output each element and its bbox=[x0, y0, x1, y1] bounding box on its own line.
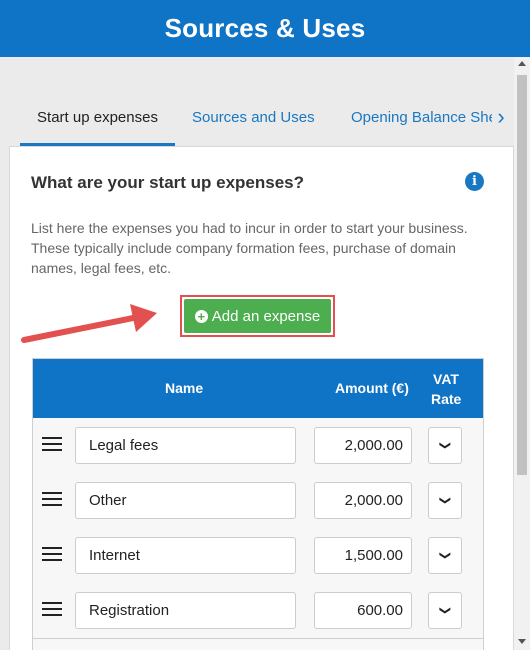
add-expense-highlight: + Add an expense bbox=[180, 295, 335, 337]
tab-bar: Start up expenses Sources and Uses Openi… bbox=[20, 100, 514, 146]
table-row: Internet 1,500.00 ❯ bbox=[33, 528, 483, 583]
expense-amount-input[interactable]: 2,000.00 bbox=[314, 482, 412, 519]
table-header: Name Amount (€) VAT Rate bbox=[33, 359, 483, 418]
drag-handle-icon[interactable] bbox=[42, 437, 62, 452]
column-header-vat-line2: Rate bbox=[431, 391, 462, 407]
table-divider bbox=[33, 638, 483, 639]
card-title: What are your start up expenses? bbox=[31, 173, 305, 192]
vertical-scrollbar[interactable] bbox=[514, 57, 530, 650]
expense-name-input[interactable]: Legal fees bbox=[75, 427, 296, 464]
expenses-table: Name Amount (€) VAT Rate Legal fees 2,00… bbox=[32, 358, 484, 650]
table-row: Registration 600.00 ❯ bbox=[33, 583, 483, 638]
expenses-card: What are your start up expenses? i List … bbox=[9, 146, 514, 650]
red-arrow-annotation bbox=[21, 304, 157, 343]
drag-handle-icon[interactable] bbox=[42, 547, 62, 562]
expense-name-input[interactable]: Other bbox=[75, 482, 296, 519]
vat-rate-select[interactable]: ❯ bbox=[428, 537, 462, 574]
card-description: List here the expenses you had to incur … bbox=[31, 220, 468, 276]
tab-sources-and-uses[interactable]: Sources and Uses bbox=[192, 100, 315, 146]
expense-name-input[interactable]: Internet bbox=[75, 537, 296, 574]
expense-amount-input[interactable]: 2,000.00 bbox=[314, 427, 412, 464]
chevron-down-icon: ❯ bbox=[439, 440, 452, 451]
tab-start-up-expenses[interactable]: Start up expenses bbox=[20, 100, 175, 146]
column-header-amount: Amount (€) bbox=[335, 380, 409, 396]
info-icon[interactable]: i bbox=[465, 172, 484, 191]
table-row: Other 2,000.00 ❯ bbox=[33, 473, 483, 528]
tab-opening-balance-sheet[interactable]: Opening Balance Sheet bbox=[351, 100, 509, 146]
app-header: Sources & Uses bbox=[0, 0, 530, 57]
chevron-down-icon: ❯ bbox=[439, 550, 452, 561]
chevron-down-icon: ❯ bbox=[439, 605, 452, 616]
scrollbar-thumb[interactable] bbox=[517, 75, 527, 475]
page-title: Sources & Uses bbox=[164, 13, 366, 43]
scroll-up-icon[interactable] bbox=[518, 61, 526, 66]
vat-rate-select[interactable]: ❯ bbox=[428, 482, 462, 519]
drag-handle-icon[interactable] bbox=[42, 602, 62, 617]
column-header-name: Name bbox=[165, 380, 204, 396]
column-header-vat-line1: VAT bbox=[433, 371, 459, 387]
add-expense-button[interactable]: + Add an expense bbox=[184, 299, 331, 333]
table-row: Legal fees 2,000.00 ❯ bbox=[33, 418, 483, 473]
plus-circle-icon: + bbox=[194, 309, 208, 323]
expense-amount-input[interactable]: 600.00 bbox=[314, 592, 412, 629]
expense-name-input[interactable]: Registration bbox=[75, 592, 296, 629]
expense-amount-input[interactable]: 1,500.00 bbox=[314, 537, 412, 574]
drag-handle-icon[interactable] bbox=[42, 492, 62, 507]
chevron-down-icon: ❯ bbox=[439, 495, 452, 506]
column-header-vat-rate: VAT Rate bbox=[431, 369, 461, 409]
add-expense-label: Add an expense bbox=[211, 307, 321, 325]
vat-rate-select[interactable]: ❯ bbox=[428, 592, 462, 629]
vat-rate-select[interactable]: ❯ bbox=[428, 427, 462, 464]
scroll-down-icon[interactable] bbox=[518, 639, 526, 644]
tab-scroll-right-icon[interactable]: › bbox=[492, 104, 510, 132]
